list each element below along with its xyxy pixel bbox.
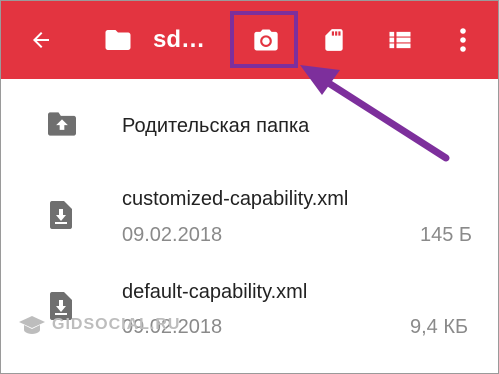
watermark: GIDSOCIAL.RU [18, 314, 180, 336]
watermark-text: GIDSOCIAL.RU [52, 316, 181, 333]
graduation-cap-icon [19, 316, 45, 334]
